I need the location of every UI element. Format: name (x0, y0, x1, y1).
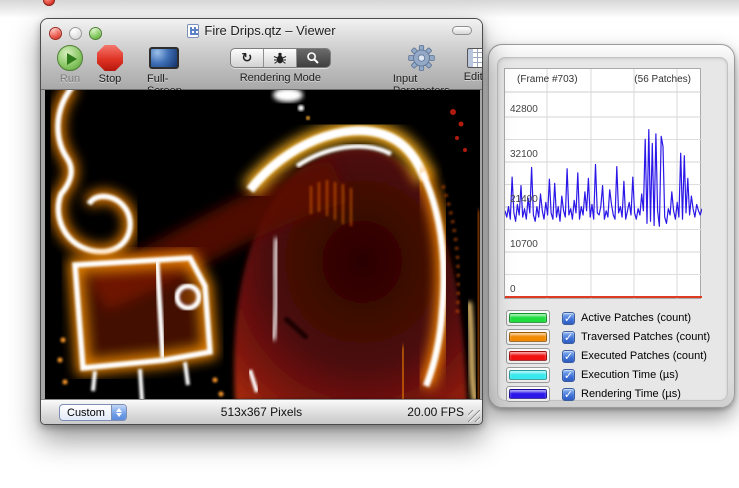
bug-icon (273, 51, 287, 65)
statusbar: Custom 513x367 Pixels 20.00 FPS (41, 399, 482, 424)
legend-row: ✓ Rendering Time (µs) (506, 386, 721, 402)
y-axis-tick-label: 32100 (510, 149, 538, 160)
legend-checkbox[interactable]: ✓ (562, 350, 575, 363)
stop-label: Stop (99, 73, 122, 85)
toolbar: Run Stop Full-Screen ↻ (41, 41, 482, 90)
performance-panel-window: (Frame #703) (56 Patches) 42800 32100 2140… (488, 44, 735, 408)
editor-button[interactable]: Editor (464, 45, 483, 83)
run-button[interactable]: Run (57, 45, 83, 85)
performance-panel-content: (Frame #703) (56 Patches) 42800 32100 2140… (497, 57, 728, 401)
viewer-window: Fire Drips.qtz – Viewer Run Stop Full-Sc… (40, 18, 483, 425)
legend-swatch-well (506, 367, 550, 383)
rendering-mode-inspect-segment[interactable] (297, 49, 330, 67)
legend-checkbox[interactable]: ✓ (562, 331, 575, 344)
legend-swatch (509, 389, 547, 399)
rendering-mode-label: Rendering Mode (240, 72, 321, 84)
resize-grip[interactable] (468, 410, 480, 422)
legend-label: Rendering Time (µs) (581, 388, 681, 400)
legend: ✓ Active Patches (count) ✓ Traversed Pat… (506, 310, 721, 405)
document-icon (187, 24, 199, 38)
render-canvas (45, 90, 480, 401)
legend-swatch-well (506, 329, 550, 345)
y-axis-tick-label: 10700 (510, 239, 538, 250)
legend-checkbox[interactable]: ✓ (562, 388, 575, 401)
legend-checkbox[interactable]: ✓ (562, 312, 575, 325)
legend-swatch (509, 313, 547, 323)
y-axis-tick-label: 0 (510, 284, 516, 295)
fullscreen-icon (149, 47, 179, 69)
y-axis-tick-label: 21400 (510, 194, 538, 205)
run-icon (57, 45, 83, 71)
legend-row: ✓ Executed Patches (count) (506, 348, 721, 364)
legend-swatch-well (506, 310, 550, 326)
gear-icon (408, 45, 435, 71)
legend-swatch (509, 370, 547, 380)
magnifier-icon (306, 51, 320, 65)
performance-graph: (Frame #703) (56 Patches) 42800 32100 2140… (504, 68, 701, 299)
patches-annotation: (56 Patches) (634, 74, 691, 85)
legend-swatch-well (506, 386, 550, 402)
desktop: (Frame #703) (56 Patches) 42800 32100 2140… (0, 0, 739, 488)
editor-icon (467, 48, 483, 68)
fps-readout: 20.00 FPS (407, 405, 464, 419)
frame-annotation: (Frame #703) (517, 74, 578, 85)
titlebar-toolbar-chrome: Fire Drips.qtz – Viewer Run Stop Full-Sc… (41, 19, 482, 90)
toolbar-pill-button[interactable] (452, 26, 472, 35)
legend-label: Active Patches (count) (581, 312, 691, 324)
titlebar[interactable]: Fire Drips.qtz – Viewer (41, 19, 482, 41)
legend-label: Executed Patches (count) (581, 350, 707, 362)
fire-render (45, 90, 480, 401)
legend-row: ✓ Execution Time (µs) (506, 367, 721, 383)
rendering-mode-refresh-segment[interactable]: ↻ (231, 49, 264, 67)
legend-row: ✓ Active Patches (count) (506, 310, 721, 326)
stop-icon (97, 45, 123, 71)
editor-label: Editor (464, 71, 483, 83)
legend-checkbox[interactable]: ✓ (562, 369, 575, 382)
legend-swatch-well (506, 348, 550, 364)
window-title: Fire Drips.qtz – Viewer (204, 23, 335, 38)
legend-label: Execution Time (µs) (581, 369, 678, 381)
background-window-shadow (0, 0, 739, 18)
stop-button[interactable]: Stop (97, 45, 123, 85)
rendering-mode-control: ↻ (230, 45, 331, 84)
y-axis-tick-label: 42800 (510, 104, 538, 115)
legend-swatch (509, 332, 547, 342)
rendering-mode-debug-segment[interactable] (264, 49, 297, 67)
legend-swatch (509, 351, 547, 361)
legend-label: Traversed Patches (count) (581, 331, 710, 343)
legend-row: ✓ Traversed Patches (count) (506, 329, 721, 345)
run-label: Run (60, 73, 80, 85)
